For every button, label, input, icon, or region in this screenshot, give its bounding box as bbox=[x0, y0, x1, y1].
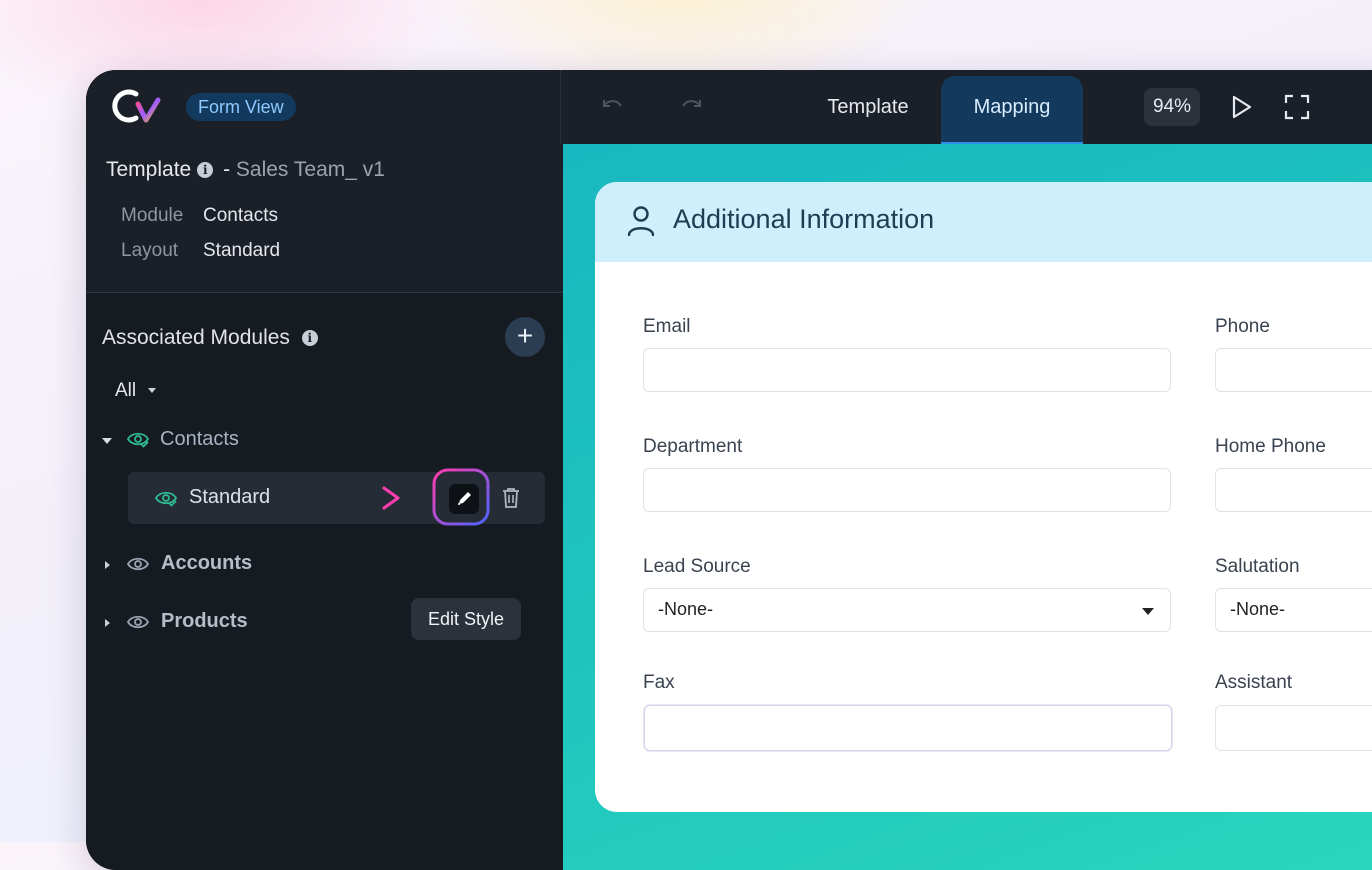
info-icon[interactable]: i bbox=[301, 330, 318, 346]
assistant-field[interactable] bbox=[1215, 705, 1372, 751]
add-module-button[interactable]: + bbox=[505, 317, 545, 357]
redo-icon[interactable] bbox=[678, 94, 706, 118]
salutation-label: Salutation bbox=[1215, 556, 1300, 577]
expand-down-icon[interactable] bbox=[102, 438, 112, 444]
filter-value: All bbox=[115, 380, 137, 401]
zoom-level[interactable]: 94% bbox=[1144, 88, 1200, 126]
form-canvas: Additional Information Email Phone Depar… bbox=[563, 144, 1372, 870]
tree-item-label: Accounts bbox=[161, 552, 253, 574]
brand-area: Form View bbox=[86, 70, 561, 144]
module-filter-dropdown[interactable]: All bbox=[115, 380, 157, 402]
phone-field[interactable] bbox=[1215, 348, 1372, 392]
form-section-card: Additional Information Email Phone Depar… bbox=[595, 182, 1372, 812]
salutation-value: -None- bbox=[1230, 599, 1286, 619]
associated-modules-title: Associated Modules i bbox=[102, 326, 322, 350]
layout-key: Layout bbox=[121, 240, 179, 261]
app-window: Form View Template Mapping 94% Template i… bbox=[86, 70, 1372, 870]
expand-right-icon[interactable] bbox=[105, 619, 110, 627]
form-view-badge[interactable]: Form View bbox=[186, 93, 296, 121]
tree-item-label: Standard bbox=[189, 486, 271, 508]
section-header: Additional Information bbox=[595, 182, 1372, 262]
lead-source-select[interactable]: -None- bbox=[643, 588, 1171, 632]
module-value: Contacts bbox=[203, 205, 278, 226]
edit-style-tooltip: Edit Style bbox=[411, 598, 521, 640]
home-phone-field[interactable] bbox=[1215, 468, 1372, 512]
template-separator: - bbox=[223, 158, 231, 181]
phone-label: Phone bbox=[1215, 316, 1270, 337]
template-info: Template i - Sales Team_ v1 Module Contact… bbox=[86, 144, 563, 293]
tab-template[interactable]: Template bbox=[810, 76, 926, 142]
assistant-label: Assistant bbox=[1215, 672, 1293, 693]
play-icon[interactable] bbox=[1228, 94, 1254, 120]
eye-icon[interactable] bbox=[126, 555, 150, 573]
salutation-select[interactable]: -None- bbox=[1215, 588, 1372, 632]
tree-item-label: Contacts bbox=[160, 428, 239, 450]
info-icon[interactable]: i bbox=[197, 162, 214, 178]
eye-check-icon[interactable] bbox=[154, 489, 178, 507]
top-bar: Form View Template Mapping 94% bbox=[86, 70, 1372, 145]
caret-down-icon bbox=[1142, 608, 1154, 615]
home-phone-label: Home Phone bbox=[1215, 436, 1326, 457]
app-logo-icon bbox=[112, 89, 161, 123]
undo-icon[interactable] bbox=[598, 94, 626, 118]
module-key: Module bbox=[121, 205, 184, 226]
department-label: Department bbox=[643, 436, 743, 457]
eye-icon[interactable] bbox=[126, 613, 150, 631]
trash-icon[interactable] bbox=[500, 486, 522, 510]
user-icon bbox=[627, 206, 655, 237]
department-field[interactable] bbox=[643, 468, 1171, 512]
template-title: Template i - Sales Team_ v1 bbox=[106, 158, 385, 182]
section-title: Additional Information bbox=[673, 204, 935, 234]
template-name: Sales Team_ v1 bbox=[235, 158, 385, 181]
tab-mapping[interactable]: Mapping bbox=[941, 76, 1083, 145]
email-label: Email bbox=[643, 316, 691, 337]
email-field[interactable] bbox=[643, 348, 1171, 392]
fullscreen-icon[interactable] bbox=[1284, 94, 1310, 120]
tree-item-standard[interactable]: Standard bbox=[128, 468, 545, 526]
expand-right-icon[interactable] bbox=[105, 561, 110, 569]
eye-check-icon[interactable] bbox=[126, 430, 150, 448]
tree-item-label: Products bbox=[161, 610, 248, 632]
template-label: Template bbox=[106, 158, 192, 181]
layout-row: Layout Standard bbox=[121, 240, 280, 262]
layout-value: Standard bbox=[203, 240, 281, 261]
module-row: Module Contacts bbox=[121, 205, 278, 227]
caret-down-icon bbox=[148, 388, 157, 393]
edit-style-button[interactable] bbox=[449, 484, 479, 514]
lead-source-value: -None- bbox=[658, 599, 714, 619]
pointer-arrow-icon bbox=[326, 486, 400, 510]
fax-field[interactable] bbox=[644, 705, 1172, 751]
sidebar: Template i - Sales Team_ v1 Module Contact… bbox=[86, 144, 563, 870]
fax-label: Fax bbox=[643, 672, 675, 693]
pencil-icon bbox=[458, 492, 471, 505]
associated-modules-label: Associated Modules bbox=[102, 326, 290, 349]
lead-source-label: Lead Source bbox=[643, 556, 751, 577]
